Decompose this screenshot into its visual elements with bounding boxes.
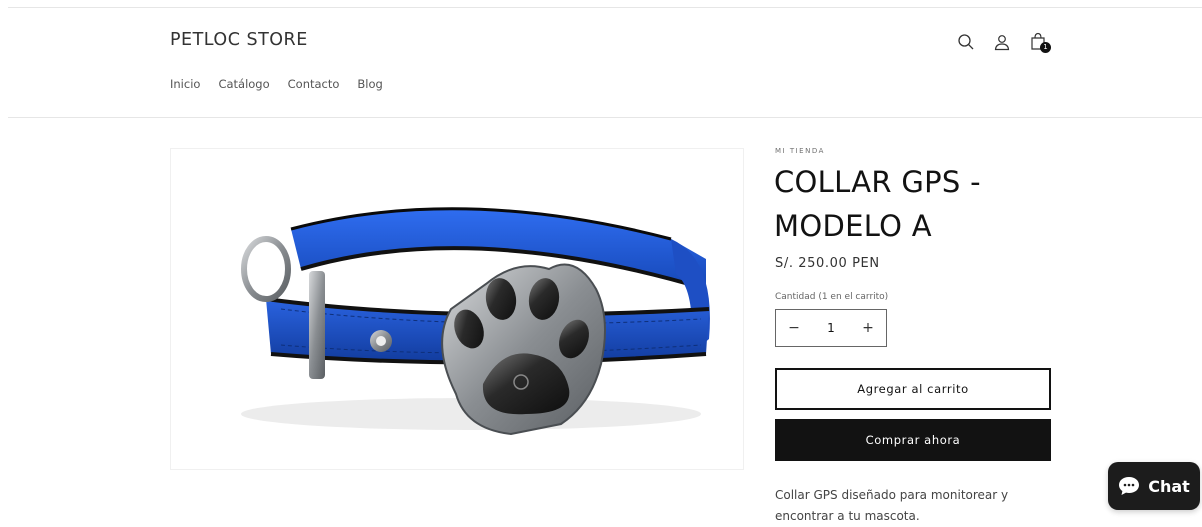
cart-button[interactable]: 1: [1028, 31, 1051, 53]
top-divider: [8, 7, 1202, 8]
quantity-increase-button[interactable]: +: [850, 320, 886, 336]
cart-count-badge: 1: [1040, 42, 1051, 53]
gps-collar-image: [241, 207, 710, 436]
nav-item-catalogo[interactable]: Catálogo: [218, 77, 269, 91]
header-icons: 1: [956, 31, 1051, 53]
add-to-cart-button[interactable]: Agregar al carrito: [775, 368, 1051, 410]
quantity-label: Cantidad (1 en el carrito): [775, 292, 889, 302]
product-description: Collar GPS diseñado para monitorear y en…: [775, 488, 1009, 523]
store-logo[interactable]: PETLOC STORE: [170, 30, 308, 50]
main-nav: Inicio Catálogo Contacto Blog: [170, 77, 383, 91]
chat-bubble-icon: [1119, 477, 1140, 495]
chat-label: Chat: [1148, 476, 1190, 496]
header-divider: [8, 117, 1202, 118]
nav-item-contacto[interactable]: Contacto: [288, 77, 340, 91]
product-title: COLLAR GPS - MODELO A: [774, 165, 981, 243]
product-vendor: MI TIENDA: [775, 147, 825, 155]
nav-item-blog[interactable]: Blog: [357, 77, 382, 91]
nav-item-inicio[interactable]: Inicio: [170, 77, 200, 91]
search-icon[interactable]: [956, 32, 976, 52]
buy-now-button[interactable]: Comprar ahora: [775, 419, 1051, 461]
quantity-input[interactable]: 1: [812, 321, 850, 335]
quantity-decrease-button[interactable]: −: [776, 320, 812, 336]
quantity-stepper: − 1 +: [775, 309, 887, 347]
product-price: S/. 250.00 PEN: [775, 256, 880, 271]
user-icon[interactable]: [992, 32, 1012, 52]
product-image[interactable]: [170, 148, 744, 470]
chat-button[interactable]: Chat: [1108, 462, 1200, 510]
